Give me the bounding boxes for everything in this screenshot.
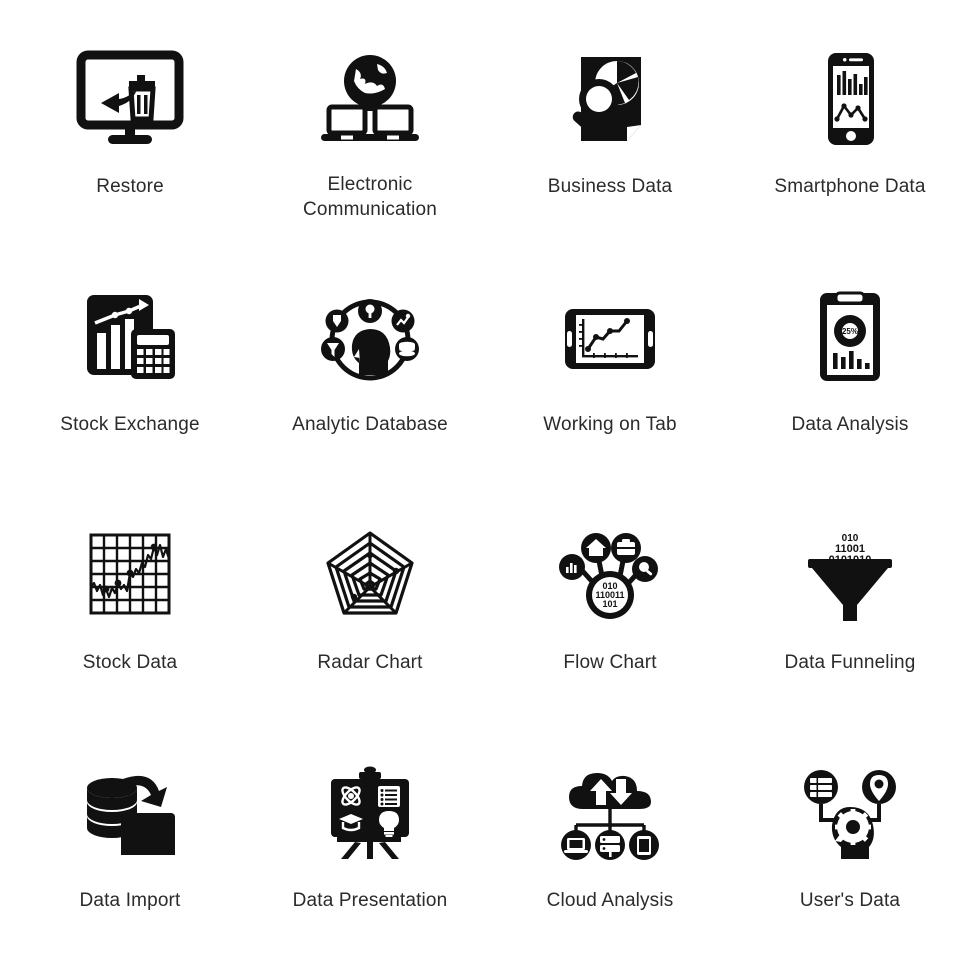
icon-cell-cloud-analysis[interactable]: Cloud Analysis	[490, 732, 730, 970]
icon-label: Working on Tab	[543, 414, 677, 435]
icon-cell-stock-exchange[interactable]: Stock Exchange	[10, 256, 250, 494]
icon-label: Cloud Analysis	[546, 890, 674, 911]
monitor-trash-restore-icon	[64, 40, 196, 158]
head-gear-data-location-icon	[784, 754, 916, 872]
icon-cell-data-funneling[interactable]: 010 11001 0101010 Data Funneling	[730, 494, 970, 732]
funnel-binary-icon: 010 11001 0101010	[784, 516, 916, 634]
icon-grid: Restore Electronic Communication Busines…	[0, 0, 980, 980]
document-piechart-magnifier-icon	[544, 40, 676, 158]
icon-cell-flow-chart[interactable]: 010 110011 101 Flow Chart	[490, 494, 730, 732]
icon-label: Data Import	[79, 890, 181, 911]
icon-cell-business-data[interactable]: Business Data	[490, 18, 730, 256]
head-profile-data-badges-icon	[304, 278, 436, 396]
icon-cell-smartphone-data[interactable]: Smartphone Data	[730, 18, 970, 256]
donut-value-text: 25%	[842, 327, 858, 336]
icon-cell-radar-chart[interactable]: Radar Chart	[250, 494, 490, 732]
icon-label: Data Funneling	[784, 652, 916, 673]
barchart-calculator-icon	[64, 278, 196, 396]
grid-stockline-icon	[64, 516, 196, 634]
icon-label: Restore	[96, 176, 164, 197]
icon-label: Stock Data	[82, 652, 178, 673]
icon-label: Analytic Database	[292, 414, 448, 435]
icon-label: Business Data	[547, 176, 673, 197]
icon-label: Data Analysis	[791, 414, 909, 435]
icon-label: Stock Exchange	[60, 414, 200, 435]
icon-label: Electronic Communication	[303, 174, 437, 221]
icon-label: Data Presentation	[292, 890, 448, 911]
globe-laptops-network-icon	[304, 40, 436, 158]
icon-cell-stock-data[interactable]: Stock Data	[10, 494, 250, 732]
cloud-sync-devices-icon	[544, 754, 676, 872]
clipboard-donut-barchart-icon: 25%	[784, 278, 916, 396]
icon-label: User's Data	[799, 890, 901, 911]
icon-label: Radar Chart	[317, 652, 423, 673]
pentagon-radar-web-icon	[304, 516, 436, 634]
icon-cell-data-presentation[interactable]: Data Presentation	[250, 732, 490, 970]
database-folder-arrow-icon	[64, 754, 196, 872]
icon-cell-restore[interactable]: Restore	[10, 18, 250, 256]
binary-line-3: 101	[602, 599, 617, 609]
smartphone-barchart-icon	[784, 40, 916, 158]
tablet-linechart-icon	[544, 278, 676, 396]
easel-board-icons-icon	[304, 754, 436, 872]
icon-label: Smartphone Data	[774, 176, 926, 197]
icon-cell-analytic-database[interactable]: Analytic Database	[250, 256, 490, 494]
icon-cell-data-import[interactable]: Data Import	[10, 732, 250, 970]
icon-cell-electronic-communication[interactable]: Electronic Communication	[250, 18, 490, 256]
icon-label: Flow Chart	[563, 652, 657, 673]
icon-cell-users-data[interactable]: User's Data	[730, 732, 970, 970]
binary-node-flow-icon: 010 110011 101	[544, 516, 676, 634]
icon-cell-data-analysis[interactable]: 25% Data Analysis	[730, 256, 970, 494]
icon-cell-working-on-tab[interactable]: Working on Tab	[490, 256, 730, 494]
